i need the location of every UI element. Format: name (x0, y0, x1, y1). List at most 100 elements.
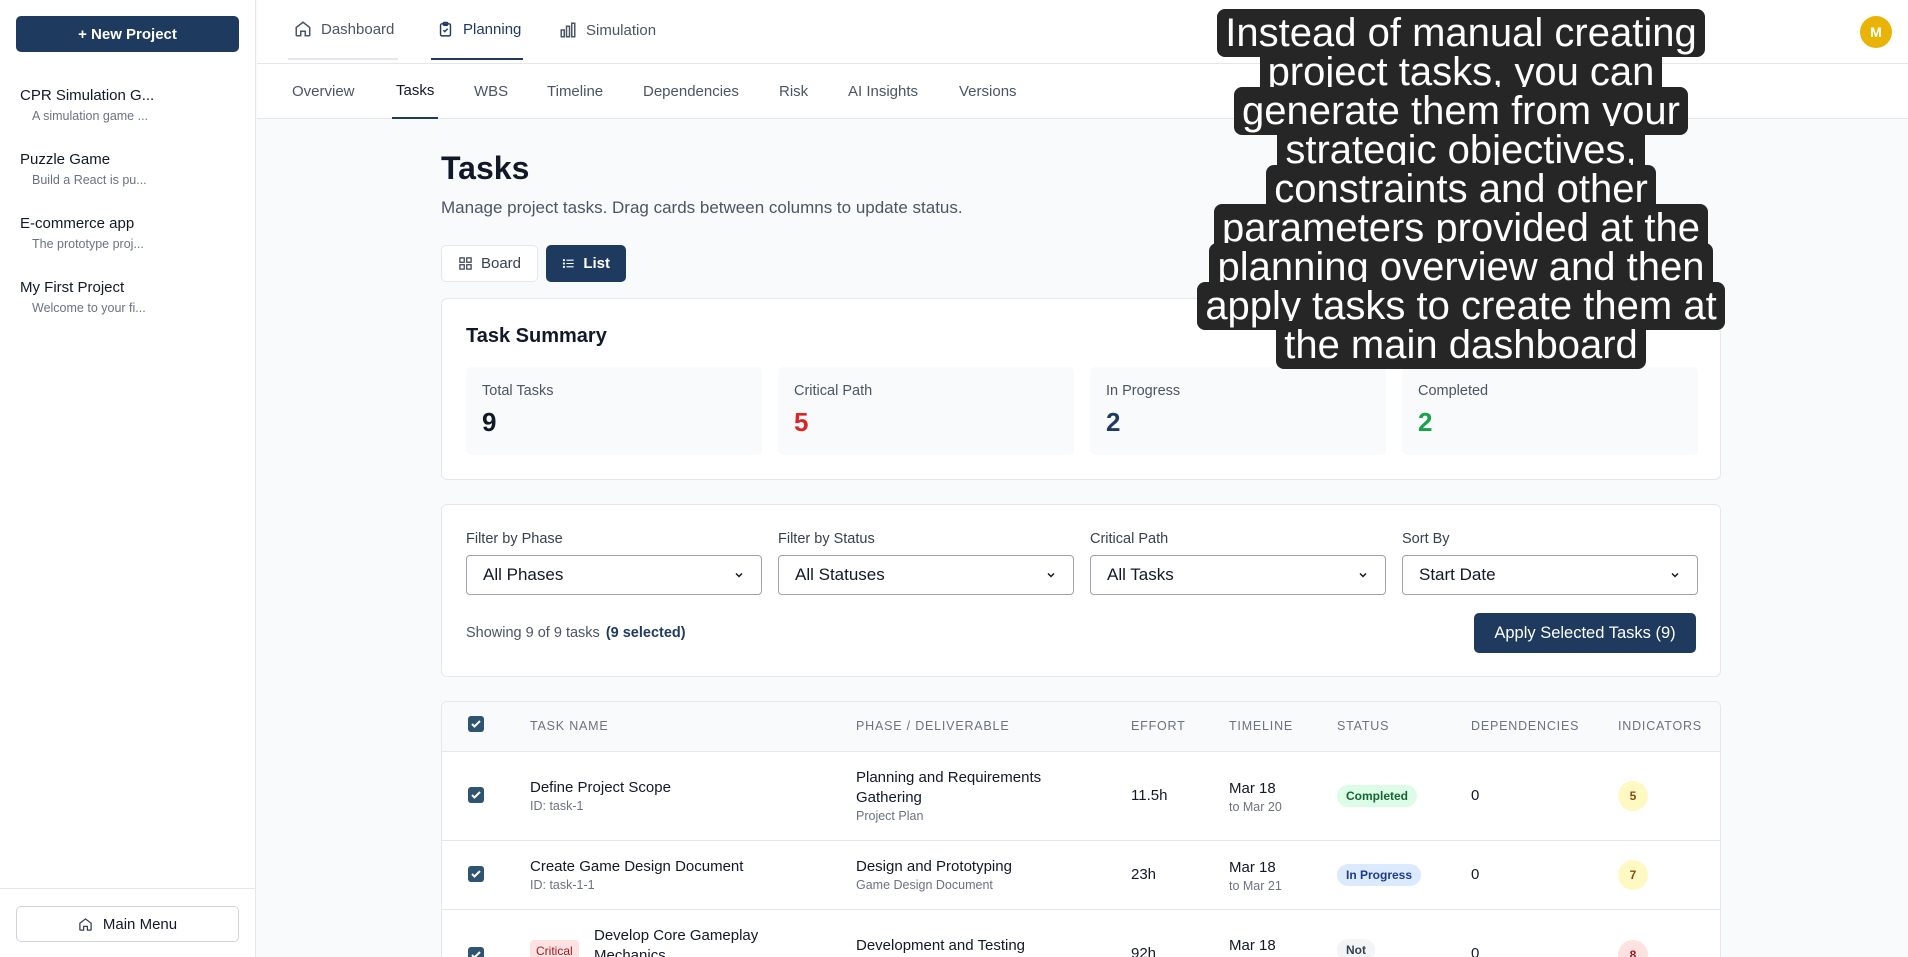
stat-in-progress: In Progress 2 (1090, 367, 1386, 455)
tab-versions[interactable]: Versions (959, 64, 1017, 119)
tab-tasks[interactable]: Tasks (392, 64, 439, 119)
project-item[interactable]: CPR Simulation G... A simulation game ..… (0, 86, 256, 150)
header-timeline[interactable]: TIMELINE (1229, 719, 1293, 733)
nav-planning-label: Planning (463, 20, 522, 38)
row-checkbox[interactable] (468, 947, 484, 957)
indicator-cell: 5 (1618, 781, 1648, 811)
table-header: TASK NAME PHASE / DELIVERABLE EFFORT TIM… (442, 702, 1720, 752)
status-filter-select[interactable]: All Statuses (778, 555, 1074, 595)
home-icon (295, 21, 311, 37)
table-row[interactable]: Create Game Design Document ID: task-1-1… (442, 841, 1720, 910)
timeline-cell: Mar 18 (1229, 936, 1276, 956)
row-checkbox[interactable] (468, 866, 484, 882)
header-phase[interactable]: PHASE / DELIVERABLE (856, 719, 1009, 733)
check-icon (471, 870, 481, 878)
critical-filter-group: Critical Path All Tasks (1090, 531, 1386, 595)
header-effort[interactable]: EFFORT (1131, 719, 1186, 733)
select-value: All Tasks (1107, 565, 1174, 584)
list-view-button[interactable]: List (546, 245, 626, 282)
nav-simulation[interactable]: Simulation (559, 0, 656, 60)
timeline-cell: Mar 18 to Mar 20 (1229, 779, 1282, 815)
critical-tag: Critical (530, 940, 579, 957)
tab-ai-insights[interactable]: AI Insights (848, 64, 918, 119)
header-task-name[interactable]: TASK NAME (530, 719, 609, 733)
main-menu-button[interactable]: Main Menu (16, 906, 239, 942)
tab-wbs[interactable]: WBS (474, 64, 508, 119)
task-id: ID: task-1-1 (530, 878, 595, 892)
phase-filter-select[interactable]: All Phases (466, 555, 762, 595)
nav-planning[interactable]: Planning (431, 0, 523, 60)
filter-label: Sort By (1402, 531, 1450, 547)
task-name: Define Project Scope (530, 779, 671, 796)
check-icon (471, 791, 481, 799)
filter-label: Filter by Status (778, 531, 875, 547)
select-all-checkbox[interactable] (468, 716, 484, 732)
tab-timeline[interactable]: Timeline (547, 64, 603, 119)
select-value: Start Date (1419, 565, 1496, 584)
timeline-start: Mar 18 (1229, 859, 1276, 876)
task-name: Create Game Design Document (530, 858, 744, 875)
new-project-button[interactable]: + New Project (16, 16, 239, 52)
timeline-end: to Mar 20 (1229, 800, 1282, 814)
status-badge: Not (1337, 939, 1375, 957)
status-cell: Completed (1337, 785, 1418, 807)
check-icon (471, 720, 481, 728)
project-description: Build a React is pu... (32, 173, 147, 187)
board-view-button[interactable]: Board (441, 245, 538, 282)
project-name: Puzzle Game (20, 151, 111, 168)
task-cell: Define Project Scope ID: task-1 (530, 778, 671, 814)
task-table: TASK NAME PHASE / DELIVERABLE EFFORT TIM… (441, 701, 1721, 957)
stat-label: In Progress (1106, 383, 1181, 399)
indicator-cell: 7 (1618, 860, 1648, 890)
header-indicators[interactable]: INDICATORS (1618, 719, 1702, 733)
showing-text: Showing 9 of 9 tasks (466, 625, 600, 641)
summary-title: Task Summary (466, 325, 607, 347)
header-status[interactable]: STATUS (1337, 719, 1389, 733)
nav-dashboard[interactable]: Dashboard (288, 0, 398, 60)
apply-selected-tasks-button[interactable]: Apply Selected Tasks (9) (1474, 613, 1696, 653)
status-badge: In Progress (1337, 864, 1422, 886)
project-description: Welcome to your fi... (32, 301, 146, 315)
tab-risk[interactable]: Risk (779, 64, 808, 119)
header-dependencies[interactable]: DEPENDENCIES (1471, 719, 1579, 733)
showing-count: Showing 9 of 9 tasks (9 selected) (466, 625, 686, 641)
sidebar-footer: Main Menu (0, 888, 256, 957)
timeline-start: Mar 18 (1229, 937, 1276, 954)
phase-cell: Design and Prototyping Game Design Docum… (856, 857, 1071, 893)
status-cell: In Progress (1337, 864, 1422, 886)
table-row[interactable]: Critical Develop Core Gameplay Mechanics… (442, 910, 1720, 957)
indicator-badge[interactable]: 8 (1618, 940, 1648, 957)
task-id: ID: task-1 (530, 799, 584, 813)
status-badge: Completed (1337, 785, 1418, 807)
deliverable-name: Project Plan (856, 809, 924, 823)
select-value: All Statuses (795, 565, 885, 584)
project-name: CPR Simulation G... (20, 87, 155, 104)
phase-cell: Development and Testing (856, 936, 1071, 956)
bar-chart-icon (560, 22, 576, 38)
critical-filter-select[interactable]: All Tasks (1090, 555, 1386, 595)
sort-select[interactable]: Start Date (1402, 555, 1698, 595)
task-cell: Create Game Design Document ID: task-1-1 (530, 857, 743, 893)
board-view-label: Board (480, 255, 521, 272)
indicator-badge[interactable]: 5 (1618, 781, 1648, 811)
timeline-start: Mar 18 (1229, 780, 1276, 797)
home-icon (79, 917, 92, 931)
tab-dependencies[interactable]: Dependencies (643, 64, 739, 119)
project-name: E-commerce app (20, 215, 135, 232)
phase-name: Design and Prototyping (856, 858, 1012, 875)
page-title: Tasks (441, 150, 530, 186)
stat-value: 2 (1418, 407, 1433, 437)
critical-tag-cell: Critical (530, 940, 579, 957)
user-avatar[interactable]: M (1860, 16, 1892, 48)
indicator-badge[interactable]: 7 (1618, 860, 1648, 890)
row-checkbox[interactable] (468, 787, 484, 803)
timeline-cell: Mar 18 to Mar 21 (1229, 858, 1282, 894)
filter-card: Filter by Phase All Phases Filter by Sta… (441, 504, 1721, 677)
project-description: A simulation game ... (32, 109, 149, 123)
tab-overview[interactable]: Overview (292, 64, 355, 119)
project-item[interactable]: My First Project Welcome to your fi... (0, 278, 256, 342)
project-item[interactable]: Puzzle Game Build a React is pu... (0, 150, 256, 214)
stat-value: 9 (482, 407, 497, 437)
table-row[interactable]: Define Project Scope ID: task-1 Planning… (442, 752, 1720, 841)
project-item[interactable]: E-commerce app The prototype proj... (0, 214, 256, 278)
